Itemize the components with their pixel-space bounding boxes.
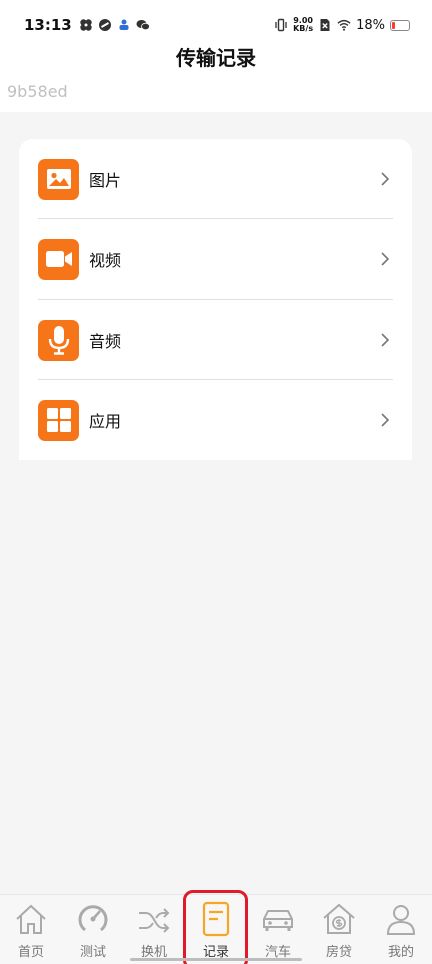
tab-records[interactable]: 记录 [185, 899, 247, 961]
chevron-right-icon [381, 252, 390, 266]
house-money-icon [323, 903, 355, 934]
video-camera-icon [38, 238, 79, 280]
tab-mortgage[interactable]: 房贷 [308, 899, 370, 961]
pinwheel-app-icon [80, 19, 92, 31]
menu-item-label: 视频 [89, 251, 122, 270]
image-icon [38, 158, 79, 200]
net-speed-unit: KB/s [293, 24, 314, 33]
transfer-category-card: 图片 视频 音频 应用 [19, 139, 412, 460]
tab-label: 我的 [387, 945, 414, 960]
wifi-icon [337, 19, 351, 31]
menu-item-label: 应用 [89, 412, 122, 431]
chevron-right-icon [381, 333, 390, 347]
tab-label: 首页 [17, 945, 44, 960]
microphone-icon [38, 319, 79, 361]
tab-switch-phone[interactable]: 换机 [123, 899, 185, 961]
apps-grid-icon [38, 399, 79, 441]
speedometer-icon [78, 905, 108, 932]
battery-fill [392, 21, 395, 29]
home-indicator-bar[interactable] [130, 958, 302, 961]
mascot-app-icon [119, 19, 129, 30]
car-icon [263, 910, 293, 931]
person-icon [386, 905, 416, 935]
page-title: 传输记录 [176, 46, 256, 70]
tab-label: 房贷 [325, 945, 352, 960]
tab-test[interactable]: 测试 [62, 899, 124, 961]
wechat-icon [136, 20, 150, 31]
menu-item-label: 音频 [89, 332, 122, 351]
status-time: 13:13 [24, 16, 72, 34]
home-icon [16, 904, 46, 934]
menu-item-audio[interactable]: 音频 [19, 300, 412, 380]
menu-item-apps[interactable]: 应用 [19, 380, 412, 460]
bottom-tab-bar: 首页 测试 换机 记录 汽车 房贷 我的 [0, 894, 432, 964]
tab-profile[interactable]: 我的 [370, 899, 432, 961]
vibrate-icon [275, 18, 287, 32]
net-speed: 9.00 KB/s [293, 17, 313, 33]
tab-home[interactable]: 首页 [0, 899, 62, 961]
tab-car[interactable]: 汽车 [247, 899, 309, 961]
battery-icon [390, 19, 410, 31]
battery-percent: 18% [356, 17, 385, 33]
watermark-text: 9b58ed [7, 82, 68, 101]
sync-app-icon [98, 19, 111, 31]
document-icon [202, 901, 230, 937]
tab-label: 测试 [79, 945, 106, 960]
menu-item-label: 图片 [89, 171, 122, 190]
no-sim-icon [320, 19, 330, 31]
menu-item-images[interactable]: 图片 [19, 139, 412, 219]
chevron-right-icon [381, 413, 390, 427]
shuffle-icon [139, 908, 170, 933]
menu-item-videos[interactable]: 视频 [19, 219, 412, 299]
chevron-right-icon [381, 172, 390, 186]
